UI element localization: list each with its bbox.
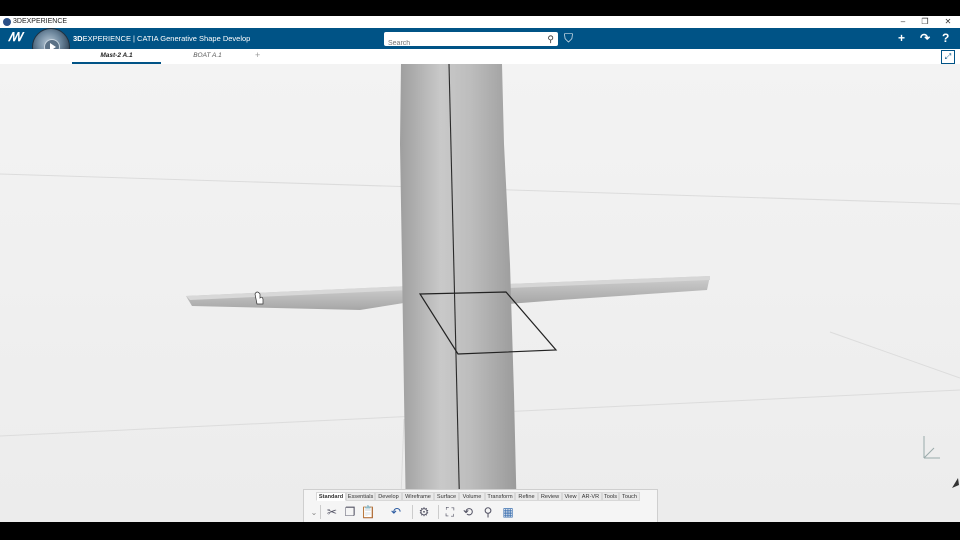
- fullscreen-icon[interactable]: ⤢: [941, 50, 955, 64]
- tab-standard[interactable]: Standard: [316, 492, 346, 501]
- toolbar-separator: [438, 505, 439, 519]
- copy-icon[interactable]: ❐: [342, 504, 358, 520]
- minimize-button[interactable]: –: [892, 16, 914, 28]
- tab-review[interactable]: Review: [538, 492, 562, 501]
- tab-mast-2[interactable]: Mast-2 A.1: [72, 49, 161, 64]
- resize-arrow-icon: [952, 478, 959, 488]
- 3d-scene[interactable]: [0, 64, 960, 522]
- settings-icon[interactable]: ⚙: [416, 504, 432, 520]
- tab-transform[interactable]: Transform: [485, 492, 515, 501]
- add-icon[interactable]: +: [898, 31, 905, 45]
- spreader-right: [508, 276, 710, 304]
- tab-wireframe[interactable]: Wireframe: [402, 492, 434, 501]
- app-name: Generative Shape Develop: [160, 34, 251, 43]
- app-title: 3DEXPERIENCE | CATIA Generative Shape De…: [73, 34, 250, 43]
- tab-view[interactable]: View: [562, 492, 579, 501]
- restore-button[interactable]: ❐: [914, 16, 936, 28]
- close-button[interactable]: ✕: [937, 16, 959, 28]
- pan-icon[interactable]: ⛶: [442, 504, 458, 520]
- window-titlebar: 3DEXPERIENCE – ❐ ✕: [0, 16, 960, 28]
- rotate-icon[interactable]: ⟲: [460, 504, 476, 520]
- brand-bold: 3D: [73, 34, 83, 43]
- paste-icon[interactable]: 📋: [360, 504, 376, 520]
- tab-boat[interactable]: BOAT A.1: [165, 49, 250, 62]
- search-icon[interactable]: ⚲: [547, 34, 554, 45]
- add-tab-button[interactable]: +: [255, 49, 260, 62]
- tab-refine[interactable]: Refine: [515, 492, 538, 501]
- render-icon[interactable]: ▦: [500, 504, 516, 520]
- cut-icon[interactable]: ✂: [324, 504, 340, 520]
- search-box: ⚲: [384, 32, 558, 51]
- undo-icon[interactable]: ↶: [388, 504, 404, 520]
- tab-touch[interactable]: Touch: [619, 492, 640, 501]
- toolbar-separator: [412, 505, 413, 519]
- tag-icon[interactable]: ⛉: [564, 31, 573, 46]
- 3ds-logo-icon[interactable]: ꟿ: [8, 30, 22, 44]
- zoom-icon[interactable]: ⚲: [480, 504, 496, 520]
- app-logo-icon: [3, 18, 11, 26]
- action-bar: Standard Essentials Develop Wireframe Surfac…: [303, 489, 658, 524]
- help-icon[interactable]: ?: [942, 31, 949, 45]
- spreader-left: [186, 286, 410, 310]
- tab-surface[interactable]: Surface: [434, 492, 459, 501]
- brand-name: EXPERIENCE | CATIA: [82, 34, 159, 43]
- tab-essentials[interactable]: Essentials: [346, 492, 375, 501]
- toolbar-separator: [320, 505, 321, 519]
- screen-top-bar: [0, 0, 960, 16]
- window-title: 3DEXPERIENCE: [13, 18, 68, 25]
- axis-triad-icon: [923, 436, 940, 459]
- tab-develop[interactable]: Develop: [375, 492, 402, 501]
- tab-volume[interactable]: Volume: [459, 492, 485, 501]
- screen-bottom-bar: [0, 522, 960, 540]
- tab-ar-vr[interactable]: AR-VR: [579, 492, 602, 501]
- share-icon[interactable]: ↷: [920, 31, 930, 45]
- 3d-viewport[interactable]: [0, 64, 960, 522]
- tab-tools[interactable]: Tools: [602, 492, 619, 501]
